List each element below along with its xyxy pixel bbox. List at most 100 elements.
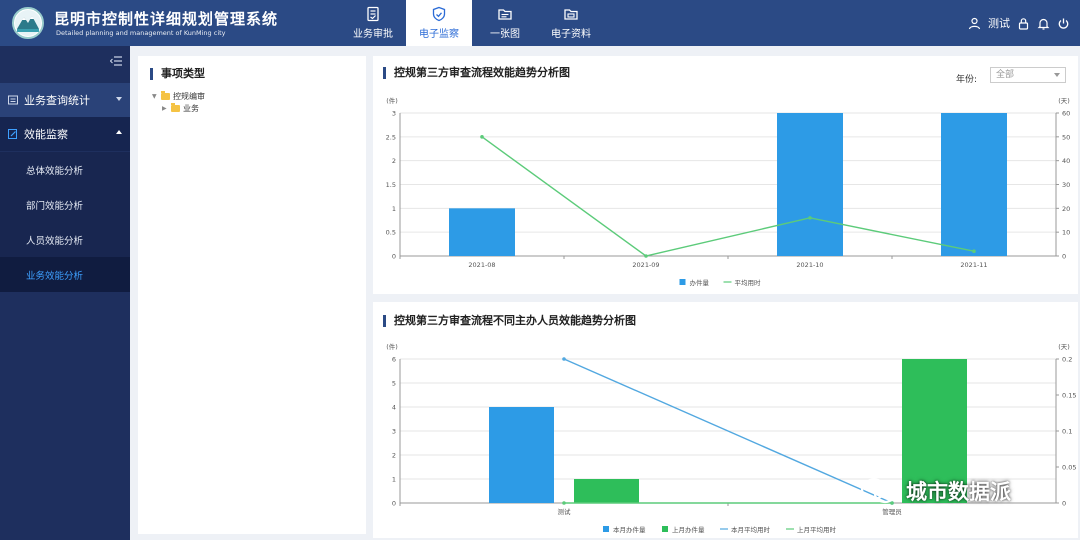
y-tick-label: 0 — [392, 500, 396, 508]
nav-business-approval[interactable]: 业务审批 — [340, 0, 406, 46]
sidebar-item-overall[interactable]: 总体效能分析 — [0, 152, 130, 187]
tree-node-label: 业务 — [183, 104, 199, 113]
lock-icon[interactable] — [1017, 17, 1030, 30]
legend-label: 平均用时 — [735, 278, 762, 287]
y2-tick-label: 0.2 — [1062, 356, 1072, 364]
bar-上月办件量 — [574, 479, 639, 503]
app-title: 昆明市控制性详细规划管理系统 — [54, 10, 279, 28]
y-tick-label: 5 — [392, 380, 396, 388]
folder-icon — [171, 103, 180, 112]
user-name[interactable]: 测试 — [988, 15, 1010, 31]
wechat-icon — [860, 478, 897, 504]
map-folder-icon — [498, 9, 512, 20]
y2-tick-label: 0.05 — [1062, 464, 1076, 472]
sidebar-item-label: 人员效能分析 — [26, 235, 84, 247]
sidebar-item-label: 业务效能分析 — [26, 270, 84, 282]
y-tick-label: 2.5 — [386, 133, 396, 141]
list-icon — [8, 95, 18, 105]
point-平均用时 — [480, 135, 484, 139]
y2-tick-label: 0 — [1062, 253, 1066, 261]
y-tick-label: 1 — [392, 476, 396, 484]
sidebar-item-business[interactable]: 业务效能分析 — [0, 257, 130, 292]
nav-label: 电子资料 — [551, 29, 591, 40]
legend-label: 本月平均用时 — [731, 525, 771, 534]
tree-node-root[interactable]: ▼ 控规编审 — [152, 91, 205, 102]
tree-node-label: 控规编审 — [173, 92, 205, 101]
user-icon — [968, 17, 981, 30]
y2-tick-label: 60 — [1062, 110, 1070, 118]
nav-label: 电子监察 — [419, 29, 459, 40]
y2-tick-label: 50 — [1062, 133, 1070, 141]
sidebar-group-label: 效能监察 — [24, 128, 68, 141]
caret-down-icon[interactable]: ▼ — [152, 93, 158, 100]
y2-tick-label: 0.15 — [1062, 392, 1076, 400]
legend-swatch — [662, 526, 668, 532]
power-icon[interactable] — [1057, 17, 1070, 30]
sidebar-group-query-stats[interactable]: 业务查询统计 — [0, 83, 130, 117]
x-tick-label: 2021-11 — [960, 261, 987, 269]
y-tick-label: 1 — [392, 205, 396, 213]
efficiency-trend-panel: 控规第三方审查流程效能趋势分析图 年份: 全部 0 0.5 1 1.5 2 2.5 3 0 10… — [373, 56, 1078, 294]
x-tick-label: 2021-08 — [468, 261, 495, 269]
y-tick-label: 2 — [392, 157, 396, 165]
sidebar-item-label: 总体效能分析 — [26, 165, 84, 177]
x-tick-label: 2021-10 — [796, 261, 823, 269]
legend-swatch — [679, 279, 686, 285]
x-tick-label: 2021-09 — [632, 261, 659, 269]
y2-axis-unit: (天) — [1058, 343, 1070, 351]
y2-tick-label: 40 — [1062, 157, 1070, 165]
legend-label: 上月办件量 — [672, 525, 705, 534]
sidebar-item-label: 部门效能分析 — [26, 200, 84, 212]
app-subtitle: Detailed planning and management of KunM… — [56, 29, 226, 37]
bar-本月办件量 — [489, 407, 554, 503]
line-平均用时 — [481, 136, 975, 257]
legend-swatch — [603, 526, 609, 532]
tree-node-child[interactable]: ▶ 业务 — [162, 103, 199, 114]
y-tick-label: 0.5 — [386, 229, 396, 237]
chevron-up-icon — [116, 130, 122, 134]
chevron-down-icon — [116, 97, 122, 101]
y-tick-label: 1.5 — [386, 181, 396, 189]
header-actions: 测试 — [968, 0, 1070, 46]
city-logo-icon — [12, 7, 44, 39]
bar-办件量 — [449, 208, 515, 256]
point-上月平均用时 — [562, 501, 566, 505]
watermark-text: 城市数据派 — [906, 480, 1011, 504]
bar-办件量 — [777, 113, 843, 256]
y-tick-label: 4 — [392, 404, 396, 412]
app-header: 昆明市控制性详细规划管理系统 Detailed planning and man… — [0, 0, 1080, 46]
collapse-menu-icon[interactable] — [110, 56, 122, 66]
point-平均用时 — [808, 216, 812, 220]
item-type-panel: 事项类型 ▼ 控规编审 ▶ 业务 — [138, 56, 366, 534]
point-本月平均用时 — [562, 357, 566, 361]
sidebar: 业务查询统计 效能监察 总体效能分析 部门效能分析 人员效能分析 业务效能分析 — [0, 46, 130, 540]
sidebar-item-department[interactable]: 部门效能分析 — [0, 187, 130, 222]
y2-tick-label: 0 — [1062, 500, 1066, 508]
bar-办件量 — [941, 113, 1007, 256]
y2-tick-label: 10 — [1062, 229, 1070, 237]
nav-electronic-supervision[interactable]: 电子监察 — [406, 0, 472, 46]
legend-label: 本月办件量 — [613, 525, 646, 534]
nav-electronic-docs[interactable]: 电子资料 — [538, 0, 604, 46]
point-平均用时 — [644, 254, 648, 258]
y2-axis-unit: (天) — [1058, 97, 1070, 105]
point-平均用时 — [972, 249, 976, 254]
y-tick-label: 6 — [392, 356, 396, 364]
document-check-icon — [367, 6, 379, 22]
shield-check-icon — [432, 6, 446, 22]
caret-right-icon[interactable]: ▶ — [162, 105, 168, 112]
y-tick-label: 3 — [392, 110, 396, 118]
file-folder-icon — [564, 9, 578, 20]
sidebar-item-personnel[interactable]: 人员效能分析 — [0, 222, 130, 257]
nav-label: 业务审批 — [353, 29, 393, 40]
top-nav: 业务审批 电子监察 一张图 电子资料 — [340, 0, 604, 46]
bell-icon[interactable] — [1037, 17, 1050, 30]
x-tick-label: 测试 — [558, 507, 572, 516]
y-axis-unit: (件) — [386, 96, 398, 105]
y2-tick-label: 0.1 — [1062, 428, 1072, 436]
y-tick-label: 3 — [392, 428, 396, 436]
nav-label: 一张图 — [490, 29, 520, 40]
nav-one-map[interactable]: 一张图 — [472, 0, 538, 46]
sidebar-group-efficiency[interactable]: 效能监察 — [0, 117, 130, 151]
y-axis-unit: (件) — [386, 342, 398, 351]
